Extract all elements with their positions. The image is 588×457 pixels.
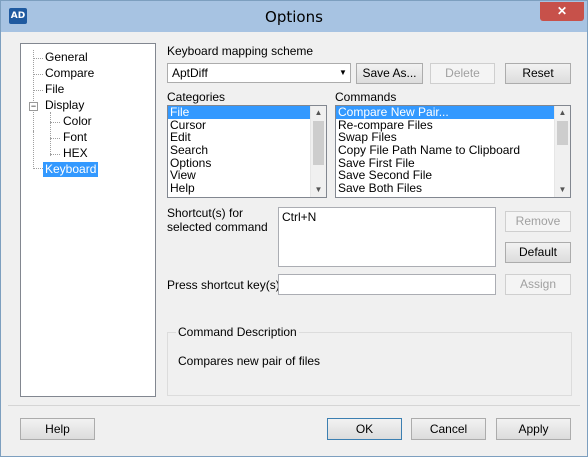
chevron-up-icon[interactable]: ▲: [311, 106, 326, 120]
close-button[interactable]: ✕: [540, 2, 584, 21]
tree-item-general[interactable]: General: [43, 50, 90, 65]
press-shortcut-label: Press shortcut key(s): [167, 278, 280, 292]
dialog-body: − General Compare File Display Color Fon…: [8, 32, 580, 449]
chevron-down-icon[interactable]: ▼: [336, 64, 350, 82]
tree-connector: [33, 74, 43, 75]
tree-item-hex[interactable]: HEX: [61, 146, 90, 161]
options-tree[interactable]: − General Compare File Display Color Fon…: [20, 43, 156, 397]
tree-item-keyboard[interactable]: Keyboard: [43, 162, 99, 177]
default-button[interactable]: Default: [505, 242, 571, 263]
tree-item-compare[interactable]: Compare: [43, 66, 96, 81]
category-item[interactable]: Cursor: [168, 118, 326, 132]
scheme-value: AptDiff: [172, 66, 208, 80]
tree-connector: [33, 131, 34, 169]
commands-label: Commands: [335, 90, 397, 104]
command-description-group: Command Description Compares new pair of…: [167, 325, 572, 396]
tree-connector: [50, 154, 60, 155]
categories-list[interactable]: File Cursor Edit Search Options View Hel…: [167, 105, 327, 198]
scheme-select[interactable]: AptDiff ▼: [167, 63, 351, 83]
shortcut-value: Ctrl+N: [282, 210, 317, 224]
options-dialog: AD Options ✕ − General Compare File Disp…: [0, 0, 588, 457]
tree-connector: [50, 138, 60, 139]
press-shortcut-input[interactable]: [278, 274, 496, 295]
shortcuts-label-line1: Shortcut(s) for: [167, 206, 244, 220]
commands-scrollbar[interactable]: ▲ ▼: [554, 106, 570, 197]
shortcuts-label-line2: selected command: [167, 220, 268, 234]
apply-button[interactable]: Apply: [496, 418, 571, 440]
tree-item-color[interactable]: Color: [61, 114, 94, 129]
category-item[interactable]: Help: [168, 182, 326, 195]
categories-scrollbar[interactable]: ▲ ▼: [310, 106, 326, 197]
tree-connector: [33, 168, 43, 169]
tree-item-file[interactable]: File: [43, 82, 66, 97]
tree-connector: [33, 90, 43, 91]
ok-button[interactable]: OK: [327, 418, 402, 440]
tree-connector: [50, 122, 60, 123]
commands-list[interactable]: Compare New Pair... Re-compare Files Swa…: [335, 105, 571, 198]
chevron-up-icon[interactable]: ▲: [555, 106, 570, 120]
scheme-label: Keyboard mapping scheme: [167, 44, 314, 58]
categories-label: Categories: [167, 90, 226, 104]
help-button[interactable]: Help: [20, 418, 95, 440]
command-description-caption: Command Description: [176, 325, 299, 339]
chevron-down-icon[interactable]: ▼: [555, 183, 570, 197]
remove-button[interactable]: Remove: [505, 211, 571, 232]
collapse-icon[interactable]: −: [29, 102, 38, 111]
category-item[interactable]: Search: [168, 144, 326, 157]
delete-button[interactable]: Delete: [430, 63, 495, 84]
tree-connector: [50, 112, 51, 156]
command-item[interactable]: Copy File Path Name to Clipboard: [336, 144, 570, 157]
assign-button[interactable]: Assign: [505, 274, 571, 295]
command-item[interactable]: Compare New Pair...: [336, 106, 570, 119]
reset-button[interactable]: Reset: [505, 63, 571, 84]
scroll-thumb[interactable]: [557, 121, 568, 145]
shortcuts-box[interactable]: Ctrl+N: [278, 207, 496, 267]
cancel-button[interactable]: Cancel: [411, 418, 486, 440]
scroll-thumb[interactable]: [313, 121, 324, 165]
chevron-down-icon[interactable]: ▼: [311, 183, 326, 197]
category-item[interactable]: File: [168, 106, 326, 119]
footer-divider: [8, 405, 580, 406]
command-item[interactable]: Save Both Files: [336, 182, 570, 195]
tree-item-display[interactable]: Display: [43, 98, 86, 113]
tree-connector: [33, 58, 43, 59]
title-bar[interactable]: AD Options ✕: [1, 1, 587, 32]
save-as-button[interactable]: Save As...: [356, 63, 423, 84]
command-description-text: Compares new pair of files: [178, 354, 321, 368]
tree-item-font[interactable]: Font: [61, 130, 89, 145]
window-title: Options: [265, 8, 323, 26]
